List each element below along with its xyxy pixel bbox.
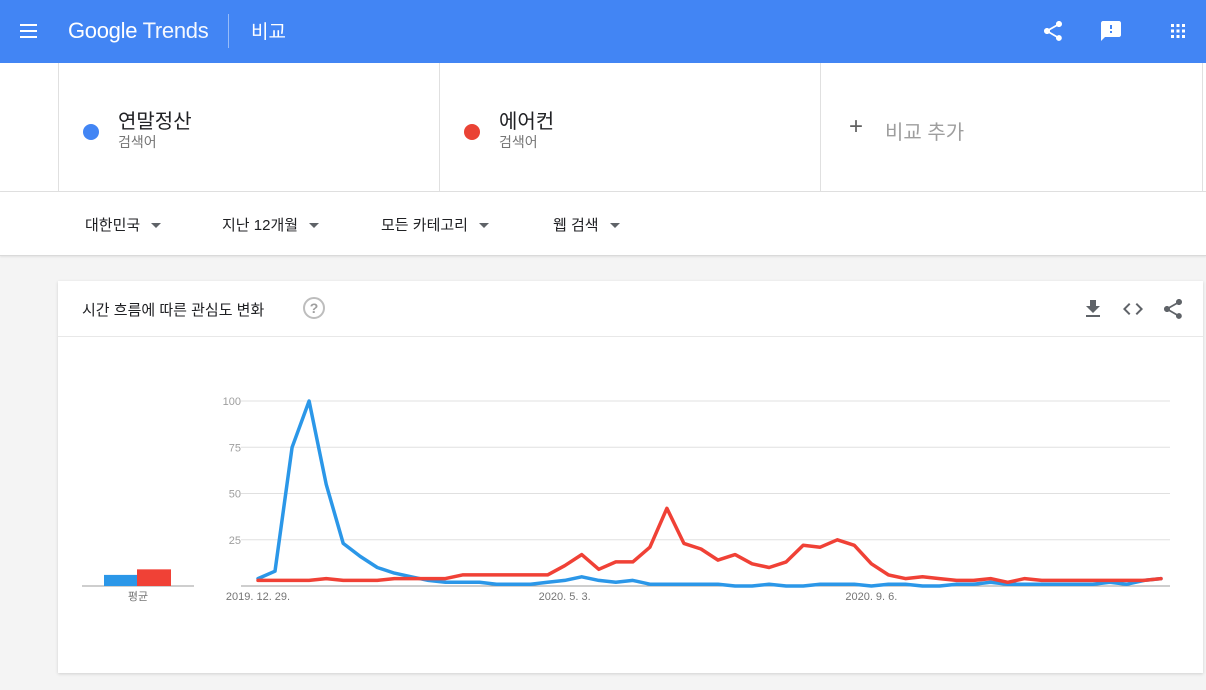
region-label: 대한민국 xyxy=(85,217,141,234)
header-divider xyxy=(228,14,229,48)
average-bar xyxy=(137,569,171,586)
region-dropdown[interactable]: 대한민국 xyxy=(85,214,162,235)
card-title: 시간 흐름에 따른 관심도 변화 xyxy=(82,302,265,319)
term-1-color-dot xyxy=(83,124,99,140)
y-tick-label: 75 xyxy=(229,442,241,454)
term-2-color-dot xyxy=(464,124,480,140)
category-label: 모든 카테고리 xyxy=(381,217,468,234)
caret-down-icon xyxy=(609,222,620,228)
average-bar xyxy=(104,574,138,586)
feedback-icon[interactable] xyxy=(1099,19,1123,43)
add-compare-card[interactable]: + 비교 추가 xyxy=(820,63,1203,191)
y-tick-label: 100 xyxy=(223,396,241,408)
embed-code-icon[interactable] xyxy=(1121,297,1145,321)
logo-google-text: Google xyxy=(68,18,138,43)
x-tick-label: 2019. 12. 29. xyxy=(226,591,290,603)
x-tick-label: 2020. 9. 6. xyxy=(845,591,897,603)
share-icon[interactable] xyxy=(1161,297,1185,321)
plus-icon: + xyxy=(849,113,864,140)
page-title: 비교 xyxy=(251,22,286,43)
add-compare-label: 비교 추가 xyxy=(885,122,965,144)
interest-over-time-card: 시간 흐름에 따른 관심도 변화 ? 100 75 50 25 2019. 12. 29… xyxy=(58,281,1203,673)
y-tick-label: 25 xyxy=(229,535,241,547)
average-label: 평균 xyxy=(128,590,148,603)
interest-chart: 100 75 50 25 2019. 12. 29. 2020. 5. 3. 2020. 9… xyxy=(82,396,1170,603)
period-dropdown[interactable]: 지난 12개월 xyxy=(222,214,320,235)
menu-icon[interactable] xyxy=(18,21,40,41)
app-bar: Google Trends 비교 xyxy=(0,0,1206,63)
search-type-dropdown[interactable]: 웹 검색 xyxy=(553,214,620,235)
term-2-name: 에어컨 xyxy=(499,111,555,133)
apps-grid-icon[interactable] xyxy=(1166,19,1190,43)
help-icon[interactable]: ? xyxy=(303,297,325,319)
category-dropdown[interactable]: 모든 카테고리 xyxy=(381,214,489,235)
period-label: 지난 12개월 xyxy=(222,217,299,234)
term-card-2[interactable]: 에어컨 검색어 xyxy=(439,63,821,191)
term-1-type: 검색어 xyxy=(118,134,157,150)
card-header: 시간 흐름에 따른 관심도 변화 ? xyxy=(58,281,1203,337)
caret-down-icon xyxy=(478,222,489,228)
download-icon[interactable] xyxy=(1081,297,1105,321)
google-trends-logo[interactable]: Google Trends xyxy=(68,18,209,44)
term-1-name: 연말정산 xyxy=(118,111,192,133)
term-card-1[interactable]: 연말정산 검색어 xyxy=(58,63,440,191)
search-type-label: 웹 검색 xyxy=(553,217,599,234)
term-2-type: 검색어 xyxy=(499,134,538,150)
x-tick-label: 2020. 5. 3. xyxy=(539,591,591,603)
caret-down-icon xyxy=(309,222,320,228)
caret-down-icon xyxy=(151,222,162,228)
filter-bar: 대한민국 지난 12개월 모든 카테고리 웹 검색 xyxy=(0,192,1206,256)
logo-trends-text: Trends xyxy=(142,18,209,43)
y-tick-label: 50 xyxy=(229,489,241,501)
share-icon[interactable] xyxy=(1041,19,1065,43)
comparison-terms: 연말정산 검색어 에어컨 검색어 + 비교 추가 xyxy=(0,63,1206,192)
